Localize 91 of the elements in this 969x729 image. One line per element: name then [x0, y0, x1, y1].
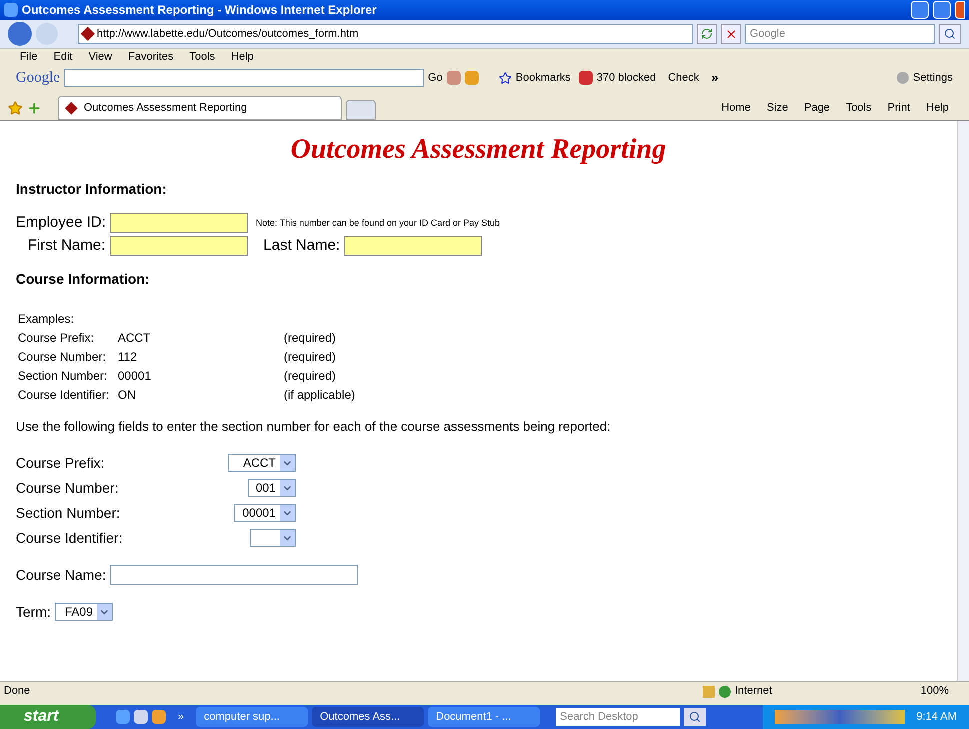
close-icon	[724, 28, 738, 40]
clock-text: 9:14 AM	[916, 710, 957, 725]
bookmarks-button[interactable]: Bookmarks	[498, 70, 571, 86]
popup-blocked-button[interactable]: 370 blocked	[578, 70, 656, 86]
zoom-button[interactable]: 100%	[905, 683, 965, 700]
field-label: Term:	[16, 602, 51, 622]
field-label: First Name:	[28, 236, 106, 256]
search-icon	[689, 711, 702, 723]
google-search-field[interactable]	[64, 69, 424, 87]
menu-item[interactable]: Favorites	[128, 49, 174, 66]
term-dropdown[interactable]: FA09	[55, 603, 113, 621]
site-icon	[65, 102, 78, 114]
command-button[interactable]: Home	[722, 100, 751, 116]
field-label: Course Name:	[16, 566, 106, 584]
menu-item[interactable]: Help	[231, 49, 254, 66]
refresh-button[interactable]	[697, 24, 717, 44]
examples-label: Examples:	[18, 311, 76, 328]
field-label: Employee ID:	[16, 213, 106, 233]
employee-id-field[interactable]	[110, 213, 248, 234]
search-button[interactable]	[939, 24, 961, 44]
example-note: (required)	[284, 368, 336, 385]
browser-tab[interactable]: Outcomes Assessment Reporting	[58, 96, 342, 120]
star-icon	[498, 72, 512, 84]
field-label: Last Name:	[264, 236, 340, 256]
menu-item[interactable]: Tools	[190, 49, 216, 66]
dropdown[interactable]: 001	[248, 479, 296, 497]
example-note: (required)	[284, 349, 336, 366]
dropdown[interactable]: 00001	[234, 504, 296, 522]
field-label: Course Number:	[16, 478, 119, 498]
command-button[interactable]: Tools	[846, 100, 872, 116]
example-value: ON	[118, 387, 137, 404]
minimize-button[interactable]	[911, 1, 929, 19]
taskbar-button[interactable]: computer sup...	[196, 707, 308, 727]
page-heading: Outcomes Assessment Reporting	[290, 133, 668, 167]
spell-check-button[interactable]: Check	[668, 70, 700, 86]
example-label: Section Number:	[18, 368, 108, 385]
refresh-icon	[701, 28, 713, 40]
command-button[interactable]: Help	[926, 100, 949, 116]
field-label: Course Prefix:	[16, 454, 105, 472]
globe-icon	[719, 686, 731, 698]
example-value: 00001	[118, 368, 152, 385]
menu-item[interactable]: View	[88, 49, 112, 66]
site-icon	[80, 26, 96, 42]
command-button[interactable]: Print	[888, 100, 910, 116]
settings-icon	[897, 72, 910, 84]
zone-text: Internet	[735, 684, 774, 700]
field-label: Course Identifier:	[16, 528, 123, 548]
instructions-text: Use the following fields to enter the section number for each of the course assessments being reported:	[16, 418, 612, 436]
example-value: ACCT	[118, 330, 152, 347]
section-heading: Instructor Information:	[16, 180, 168, 199]
new-tab-button[interactable]	[346, 100, 376, 120]
close-button[interactable]	[955, 1, 965, 19]
example-label: Course Number:	[18, 349, 108, 366]
window-title: Outcomes Assessment Reporting - Windows Internet Explorer	[22, 2, 378, 19]
menu-item[interactable]: Edit	[54, 49, 73, 66]
example-note: (if applicable)	[284, 387, 356, 404]
status-text: Done	[4, 684, 32, 700]
note-text: Note: This number can be found on your ID Card or Pay Stub	[256, 216, 500, 230]
menu-item[interactable]: File	[20, 49, 38, 66]
section-heading: Course Information:	[16, 270, 151, 289]
add-favorite-icon[interactable]	[27, 101, 42, 116]
back-button[interactable]	[8, 22, 32, 46]
search-icon	[944, 28, 956, 40]
example-label: Course Prefix:	[18, 330, 96, 347]
start-button[interactable]: start	[0, 705, 96, 729]
desktop-search-field[interactable]: Search Desktop	[556, 708, 680, 726]
more-button[interactable]: »	[711, 68, 719, 88]
last-name-field[interactable]	[344, 236, 482, 256]
example-label: Course Identifier:	[18, 387, 110, 404]
search-field[interactable]: Google	[745, 24, 935, 44]
course-name-field[interactable]	[110, 565, 358, 585]
maximize-button[interactable]	[933, 1, 951, 19]
dropdown[interactable]: ACCT	[228, 454, 296, 472]
example-value: 112	[118, 349, 138, 366]
settings-button[interactable]: Settings	[897, 70, 953, 86]
dropdown[interactable]	[250, 529, 296, 547]
more-button[interactable]: »	[178, 708, 184, 726]
go-button[interactable]: Go	[428, 70, 443, 86]
google-logo: Google	[16, 68, 60, 88]
search-button[interactable]	[684, 708, 706, 726]
command-button[interactable]: Size	[766, 100, 788, 116]
first-name-field[interactable]	[110, 236, 248, 256]
favorites-star-icon[interactable]	[8, 101, 23, 116]
taskbar-button[interactable]: Outcomes Ass...	[312, 707, 424, 727]
taskbar-button[interactable]: Document1 - ...	[428, 707, 540, 727]
example-note: (required)	[284, 330, 336, 347]
field-label: Section Number:	[16, 504, 120, 522]
address-field[interactable]: http://www.labette.edu/Outcomes/outcomes_form.htm	[78, 24, 693, 44]
stop-button[interactable]	[721, 24, 741, 44]
command-button[interactable]: Page	[804, 100, 830, 116]
scrollbar[interactable]	[957, 121, 969, 681]
